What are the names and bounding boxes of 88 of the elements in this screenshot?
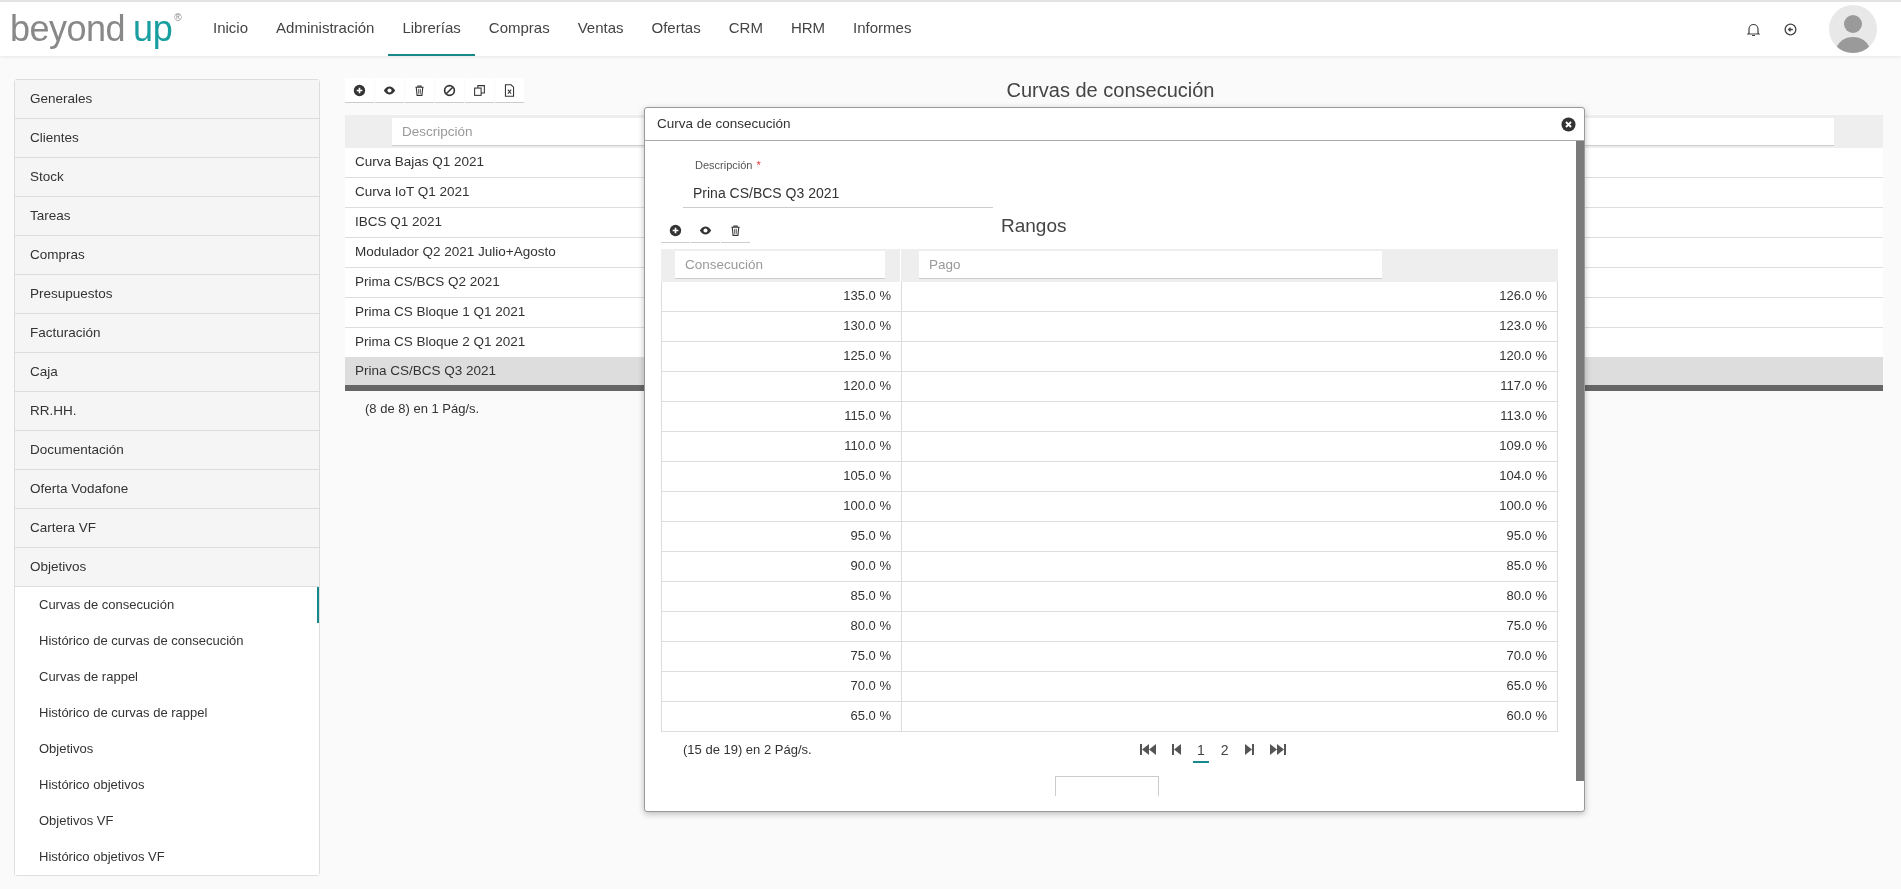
scrollbar[interactable] bbox=[1576, 141, 1584, 781]
required-mark: * bbox=[756, 158, 761, 173]
modal-title: Curva de consecución bbox=[657, 114, 791, 133]
nav-tab[interactable]: CRM bbox=[714, 2, 777, 56]
bell-icon[interactable] bbox=[1747, 21, 1760, 37]
page-button[interactable]: 1 bbox=[1193, 739, 1209, 763]
nav-tab[interactable]: HRM bbox=[776, 2, 840, 56]
sidebar-item[interactable]: Oferta Vodafone bbox=[15, 470, 319, 509]
table-cell: 70.0 % bbox=[662, 671, 902, 701]
sidebar-item[interactable]: Stock bbox=[15, 158, 319, 197]
table-cell: 95.0 % bbox=[662, 521, 902, 551]
eye-icon bbox=[699, 223, 712, 237]
field-label: Descripción bbox=[695, 158, 753, 173]
table-cell-text: 85.0 % bbox=[1505, 557, 1548, 576]
table-cell-text: 104.0 % bbox=[1498, 467, 1548, 486]
table-cell: 115.0 % bbox=[662, 401, 902, 431]
table-cell-text: 117.0 % bbox=[1499, 377, 1548, 396]
sidebar-item[interactable]: RR.HH. bbox=[15, 392, 319, 431]
sidebar-item[interactable]: Clientes bbox=[15, 119, 319, 158]
ban-icon bbox=[443, 83, 456, 97]
nav-tab[interactable]: Inicio bbox=[199, 2, 263, 56]
table-cell: 135.0 % bbox=[662, 281, 902, 311]
trash-icon bbox=[413, 83, 426, 97]
pagination-info: (15 de 19) en 2 Pág/s. bbox=[683, 740, 812, 759]
table-cell-text: 70.0 % bbox=[1505, 647, 1548, 666]
table-cell-text: 95.0 % bbox=[1505, 527, 1548, 546]
table-cell-text: 60.0 % bbox=[1505, 707, 1548, 726]
plus-icon bbox=[353, 83, 366, 97]
trash-icon bbox=[729, 223, 742, 237]
skip-first-icon bbox=[1140, 743, 1156, 755]
table-cell-text: 75.0 % bbox=[1505, 617, 1548, 636]
filter-field[interactable]: Consecución bbox=[675, 251, 885, 279]
sidebar-item[interactable]: Facturación bbox=[15, 314, 319, 353]
sidebar-item[interactable]: Objetivos bbox=[15, 548, 319, 587]
filter-field[interactable]: Pago bbox=[919, 251, 1382, 279]
table-cell-text: 126.0 % bbox=[1498, 287, 1548, 306]
table-cell-text: 80.0 % bbox=[1505, 587, 1548, 606]
table-cell: 130.0 % bbox=[662, 311, 902, 341]
table-cell: 100.0 % bbox=[662, 491, 902, 521]
sidebar-item[interactable]: Caja bbox=[15, 353, 319, 392]
copy-button[interactable] bbox=[465, 78, 494, 103]
step-back-icon bbox=[1172, 743, 1181, 755]
table-cell-text: 120.0 % bbox=[1498, 347, 1548, 366]
nav-tab[interactable]: Ventas bbox=[563, 2, 638, 56]
sidebar-item[interactable]: Tareas bbox=[15, 197, 319, 236]
table-cell-text: 100.0 % bbox=[1498, 497, 1548, 516]
add-button[interactable] bbox=[345, 78, 374, 103]
nav-tab[interactable]: Librerías bbox=[388, 2, 475, 56]
nav-tab[interactable]: Administración bbox=[262, 2, 389, 56]
eye-icon bbox=[383, 83, 396, 97]
table-cell-text: 65.0 % bbox=[1505, 677, 1548, 696]
nav-tab[interactable]: Ofertas bbox=[637, 2, 715, 56]
logo-text[interactable]: beyond bbox=[10, 11, 126, 47]
sidebar-item[interactable]: Generales bbox=[15, 80, 319, 119]
spreadsheet-icon bbox=[503, 83, 516, 97]
table-cell: 110.0 % bbox=[662, 431, 902, 461]
skip-last-icon bbox=[1269, 743, 1286, 755]
table-cell-text: 113.0 % bbox=[1499, 407, 1548, 426]
section-title: Rangos bbox=[1001, 213, 1067, 238]
pagination-info: (8 de 8) en 1 Pág/s. bbox=[365, 400, 480, 418]
table-cell-text: 123.0 % bbox=[1498, 317, 1548, 336]
nav-tab[interactable]: Informes bbox=[839, 2, 926, 56]
table-cell: 125.0 % bbox=[662, 341, 902, 371]
nav-tab[interactable]: Compras bbox=[474, 2, 564, 56]
delete-button[interactable] bbox=[405, 78, 434, 103]
view-button[interactable] bbox=[375, 78, 404, 103]
registered-mark: ® bbox=[174, 13, 182, 23]
avatar[interactable] bbox=[1829, 5, 1877, 53]
table-cell: 65.0 % bbox=[662, 701, 902, 731]
copy-icon bbox=[473, 83, 486, 97]
table-cell: 85.0 % bbox=[662, 581, 902, 611]
page-title: Curvas de consecución bbox=[1006, 78, 1215, 102]
table-cell: 75.0 % bbox=[662, 641, 902, 671]
table-cell: 80.0 % bbox=[662, 611, 902, 641]
sidebar-item[interactable]: Compras bbox=[15, 236, 319, 275]
step-forward-icon bbox=[1244, 743, 1254, 755]
cancel-button[interactable] bbox=[435, 78, 464, 103]
table-cell: 120.0 % bbox=[662, 371, 902, 401]
sidebar-item[interactable]: Presupuestos bbox=[15, 275, 319, 314]
table-cell-text: 109.0 % bbox=[1498, 437, 1548, 456]
table-cell: 90.0 % bbox=[662, 551, 902, 581]
export-button[interactable] bbox=[495, 78, 524, 103]
page-button[interactable]: 2 bbox=[1216, 739, 1233, 763]
plus-icon bbox=[669, 223, 682, 237]
sidebar-item[interactable]: Cartera VF bbox=[15, 509, 319, 548]
close-icon[interactable] bbox=[1561, 116, 1576, 132]
sidebar-item[interactable]: Documentación bbox=[15, 431, 319, 470]
table-cell: 105.0 % bbox=[662, 461, 902, 491]
